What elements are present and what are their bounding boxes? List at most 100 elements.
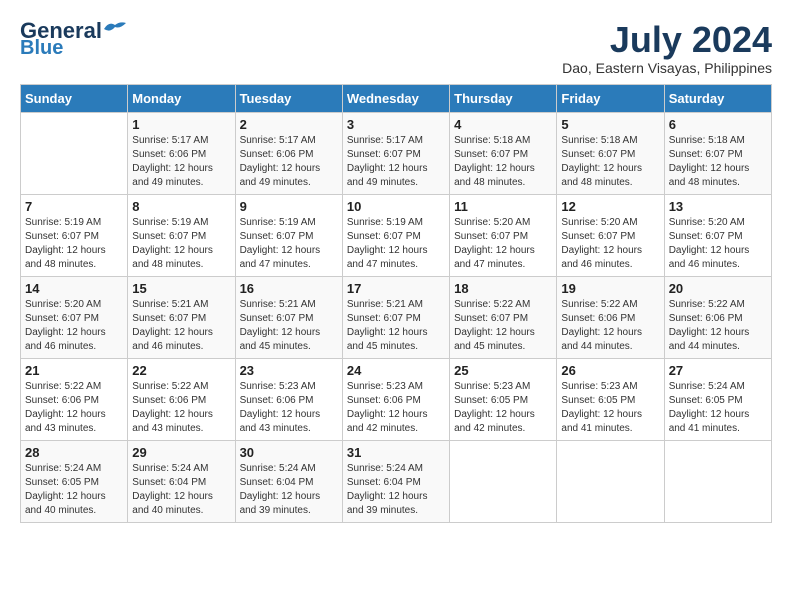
calendar-cell: 6 Sunrise: 5:18 AMSunset: 6:07 PMDaylight…: [664, 112, 771, 194]
calendar-table: SundayMondayTuesdayWednesdayThursdayFrid…: [20, 84, 772, 523]
day-number: 31: [347, 445, 445, 460]
calendar-cell: 23 Sunrise: 5:23 AMSunset: 6:06 PMDayligh…: [235, 358, 342, 440]
day-info: Sunrise: 5:24 AMSunset: 6:05 PMDaylight:…: [669, 380, 767, 436]
logo-bird-icon: [104, 21, 126, 37]
calendar-cell: 9 Sunrise: 5:19 AMSunset: 6:07 PMDaylight…: [235, 194, 342, 276]
month-year-title: July 2024: [562, 20, 772, 60]
day-number: 17: [347, 281, 445, 296]
header-day-monday: Monday: [128, 84, 235, 112]
calendar-cell: 25 Sunrise: 5:23 AMSunset: 6:05 PMDayligh…: [450, 358, 557, 440]
calendar-cell: 4 Sunrise: 5:18 AMSunset: 6:07 PMDaylight…: [450, 112, 557, 194]
day-number: 7: [25, 199, 123, 214]
day-number: 2: [240, 117, 338, 132]
calendar-cell: 14 Sunrise: 5:20 AMSunset: 6:07 PMDayligh…: [21, 276, 128, 358]
calendar-cell: 29Sunrise: 5:24 AMSunset: 6:04 PMDayligh…: [128, 440, 235, 522]
day-info: Sunrise: 5:22 AMSunset: 6:06 PMDaylight:…: [132, 380, 230, 436]
day-info: Sunrise: 5:19 AMSunset: 6:07 PMDaylight:…: [132, 216, 230, 272]
calendar-cell: 30 Sunrise: 5:24 AMSunset: 6:04 PMDayligh…: [235, 440, 342, 522]
calendar-cell: 11 Sunrise: 5:20 AMSunset: 6:07 PMDayligh…: [450, 194, 557, 276]
day-info: Sunrise: 5:23 AMSunset: 6:06 PMDaylight:…: [347, 380, 445, 436]
day-info: Sunrise: 5:22 AMSunset: 6:06 PMDaylight:…: [561, 298, 659, 354]
day-info: Sunrise: 5:21 AMSunset: 6:07 PMDaylight:…: [132, 298, 230, 354]
logo-blue-text: Blue: [20, 38, 63, 58]
calendar-cell: 18 Sunrise: 5:22 AMSunset: 6:07 PMDayligh…: [450, 276, 557, 358]
day-info: Sunrise: 5:21 AMSunset: 6:07 PMDaylight:…: [240, 298, 338, 354]
day-number: 30: [240, 445, 338, 460]
day-info: Sunrise: 5:18 AMSunset: 6:07 PMDaylight:…: [669, 134, 767, 190]
title-area: July 2024 Dao, Eastern Visayas, Philippi…: [562, 20, 772, 76]
header-day-friday: Friday: [557, 84, 664, 112]
day-number: 25: [454, 363, 552, 378]
day-number: 4: [454, 117, 552, 132]
calendar-cell: [557, 440, 664, 522]
location-subtitle: Dao, Eastern Visayas, Philippines: [562, 60, 772, 76]
calendar-cell: [21, 112, 128, 194]
calendar-cell: 20Sunrise: 5:22 AMSunset: 6:06 PMDayligh…: [664, 276, 771, 358]
day-number: 26: [561, 363, 659, 378]
day-info: Sunrise: 5:24 AMSunset: 6:04 PMDaylight:…: [132, 462, 230, 518]
day-info: Sunrise: 5:18 AMSunset: 6:07 PMDaylight:…: [454, 134, 552, 190]
calendar-cell: 28 Sunrise: 5:24 AMSunset: 6:05 PMDayligh…: [21, 440, 128, 522]
day-number: 8: [132, 199, 230, 214]
day-number: 10: [347, 199, 445, 214]
day-number: 6: [669, 117, 767, 132]
day-info: Sunrise: 5:19 AMSunset: 6:07 PMDaylight:…: [347, 216, 445, 272]
day-number: 16: [240, 281, 338, 296]
day-number: 18: [454, 281, 552, 296]
calendar-cell: 16 Sunrise: 5:21 AMSunset: 6:07 PMDayligh…: [235, 276, 342, 358]
logo: General Blue: [20, 20, 126, 58]
day-number: 14: [25, 281, 123, 296]
day-info: Sunrise: 5:20 AMSunset: 6:07 PMDaylight:…: [25, 298, 123, 354]
day-number: 12: [561, 199, 659, 214]
header-day-tuesday: Tuesday: [235, 84, 342, 112]
day-info: Sunrise: 5:17 AMSunset: 6:07 PMDaylight:…: [347, 134, 445, 190]
day-number: 28: [25, 445, 123, 460]
calendar-cell: 19 Sunrise: 5:22 AMSunset: 6:06 PMDayligh…: [557, 276, 664, 358]
calendar-cell: 12Sunrise: 5:20 AMSunset: 6:07 PMDayligh…: [557, 194, 664, 276]
day-info: Sunrise: 5:21 AMSunset: 6:07 PMDaylight:…: [347, 298, 445, 354]
day-info: Sunrise: 5:19 AMSunset: 6:07 PMDaylight:…: [25, 216, 123, 272]
day-number: 9: [240, 199, 338, 214]
calendar-cell: [664, 440, 771, 522]
day-number: 23: [240, 363, 338, 378]
day-info: Sunrise: 5:17 AMSunset: 6:06 PMDaylight:…: [240, 134, 338, 190]
day-number: 27: [669, 363, 767, 378]
calendar-cell: 31 Sunrise: 5:24 AMSunset: 6:04 PMDayligh…: [342, 440, 449, 522]
day-info: Sunrise: 5:24 AMSunset: 6:04 PMDaylight:…: [240, 462, 338, 518]
day-info: Sunrise: 5:18 AMSunset: 6:07 PMDaylight:…: [561, 134, 659, 190]
header-day-sunday: Sunday: [21, 84, 128, 112]
day-number: 3: [347, 117, 445, 132]
calendar-cell: 24 Sunrise: 5:23 AMSunset: 6:06 PMDayligh…: [342, 358, 449, 440]
day-info: Sunrise: 5:24 AMSunset: 6:05 PMDaylight:…: [25, 462, 123, 518]
day-number: 13: [669, 199, 767, 214]
calendar-cell: 27 Sunrise: 5:24 AMSunset: 6:05 PMDayligh…: [664, 358, 771, 440]
header-day-thursday: Thursday: [450, 84, 557, 112]
calendar-cell: 15 Sunrise: 5:21 AMSunset: 6:07 PMDayligh…: [128, 276, 235, 358]
calendar-cell: 3 Sunrise: 5:17 AMSunset: 6:07 PMDaylight…: [342, 112, 449, 194]
calendar-cell: 17 Sunrise: 5:21 AMSunset: 6:07 PMDayligh…: [342, 276, 449, 358]
calendar-cell: [450, 440, 557, 522]
calendar-cell: 5 Sunrise: 5:18 AMSunset: 6:07 PMDaylight…: [557, 112, 664, 194]
day-info: Sunrise: 5:22 AMSunset: 6:07 PMDaylight:…: [454, 298, 552, 354]
calendar-cell: 13 Sunrise: 5:20 AMSunset: 6:07 PMDayligh…: [664, 194, 771, 276]
day-number: 1: [132, 117, 230, 132]
calendar-cell: 8 Sunrise: 5:19 AMSunset: 6:07 PMDaylight…: [128, 194, 235, 276]
day-number: 24: [347, 363, 445, 378]
day-info: Sunrise: 5:22 AMSunset: 6:06 PMDaylight:…: [669, 298, 767, 354]
calendar-cell: 22Sunrise: 5:22 AMSunset: 6:06 PMDayligh…: [128, 358, 235, 440]
day-number: 5: [561, 117, 659, 132]
day-number: 15: [132, 281, 230, 296]
calendar-cell: 1Sunrise: 5:17 AMSunset: 6:06 PMDaylight…: [128, 112, 235, 194]
day-info: Sunrise: 5:24 AMSunset: 6:04 PMDaylight:…: [347, 462, 445, 518]
day-number: 11: [454, 199, 552, 214]
day-info: Sunrise: 5:20 AMSunset: 6:07 PMDaylight:…: [454, 216, 552, 272]
calendar-cell: 26Sunrise: 5:23 AMSunset: 6:05 PMDayligh…: [557, 358, 664, 440]
day-info: Sunrise: 5:22 AMSunset: 6:06 PMDaylight:…: [25, 380, 123, 436]
day-number: 19: [561, 281, 659, 296]
day-info: Sunrise: 5:23 AMSunset: 6:05 PMDaylight:…: [454, 380, 552, 436]
day-info: Sunrise: 5:23 AMSunset: 6:06 PMDaylight:…: [240, 380, 338, 436]
calendar-cell: 2 Sunrise: 5:17 AMSunset: 6:06 PMDaylight…: [235, 112, 342, 194]
day-info: Sunrise: 5:20 AMSunset: 6:07 PMDaylight:…: [669, 216, 767, 272]
day-info: Sunrise: 5:19 AMSunset: 6:07 PMDaylight:…: [240, 216, 338, 272]
calendar-cell: 21Sunrise: 5:22 AMSunset: 6:06 PMDayligh…: [21, 358, 128, 440]
